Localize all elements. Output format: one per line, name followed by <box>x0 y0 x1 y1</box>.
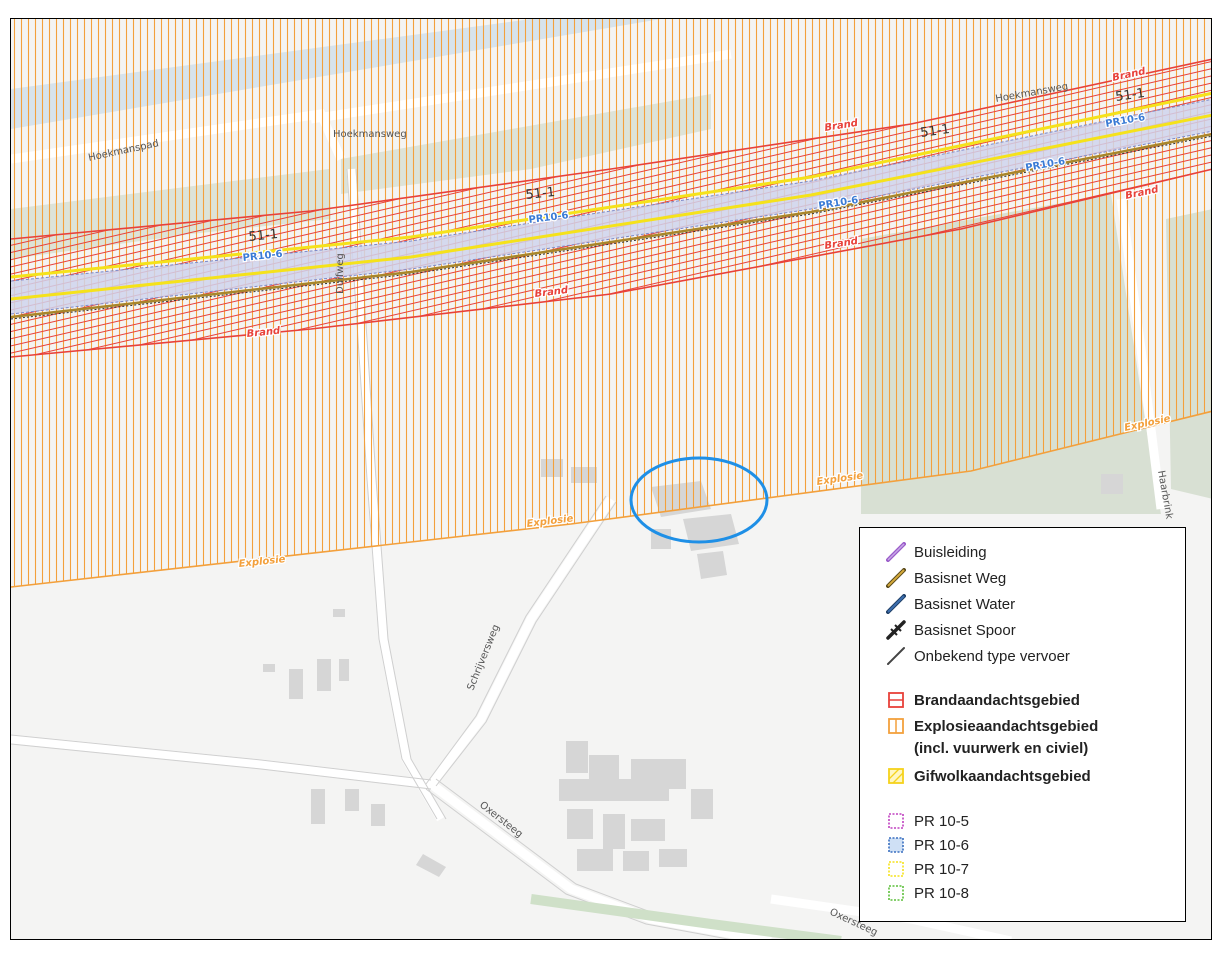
pr-10-7-icon <box>888 861 904 877</box>
road-line-icon <box>886 568 906 588</box>
legend-item-pipeline: Buisleiding <box>886 541 987 563</box>
pr-10-8-icon <box>888 885 904 901</box>
legend-item-pr-10-8: PR 10-8 <box>886 882 969 904</box>
legend-item-explosion-area: Explosieaandachtsgebied <box>886 715 1098 737</box>
pr-10-5-icon <box>888 813 904 829</box>
legend-item-pr-10-7: PR 10-7 <box>886 858 969 880</box>
unknown-transport-line-icon <box>887 647 905 665</box>
explosion-area-icon <box>888 718 904 734</box>
brand-area-icon <box>888 692 904 708</box>
legend-item-pr-10-6: PR 10-6 <box>886 834 969 856</box>
map-frame[interactable]: Hoekmanspad Hoekmansweg Hoekmansweg Duif… <box>10 18 1212 940</box>
street-label-hoekmansweg: Hoekmansweg <box>333 129 407 140</box>
legend-item-toxic-area: Gifwolkaandachtsgebied <box>886 765 1091 787</box>
legend-item-road: Basisnet Weg <box>886 567 1006 589</box>
route-id-label: 51-1 <box>525 185 556 203</box>
water-line-icon <box>886 594 906 614</box>
legend-item-unknown: Onbekend type vervoer <box>886 645 1070 667</box>
map-legend: Buisleiding Basisnet Weg Basisnet Water … <box>859 527 1186 922</box>
legend-item-rail: Basisnet Spoor <box>886 619 1016 641</box>
rail-line-icon <box>886 620 906 640</box>
legend-item-water: Basisnet Water <box>886 593 1015 615</box>
route-id-label: 51-1 <box>248 227 279 245</box>
toxic-cloud-area-icon <box>888 768 904 784</box>
legend-item-explosion-note: (incl. vuurwerk en civiel) <box>914 739 1089 757</box>
legend-item-brand-area: Brandaandachtsgebied <box>886 689 1080 711</box>
pr-10-6-icon <box>888 837 904 853</box>
street-label-duifweg: Duifweg <box>335 253 346 294</box>
legend-item-pr-10-5: PR 10-5 <box>886 810 969 832</box>
pipeline-line-icon <box>886 542 906 562</box>
